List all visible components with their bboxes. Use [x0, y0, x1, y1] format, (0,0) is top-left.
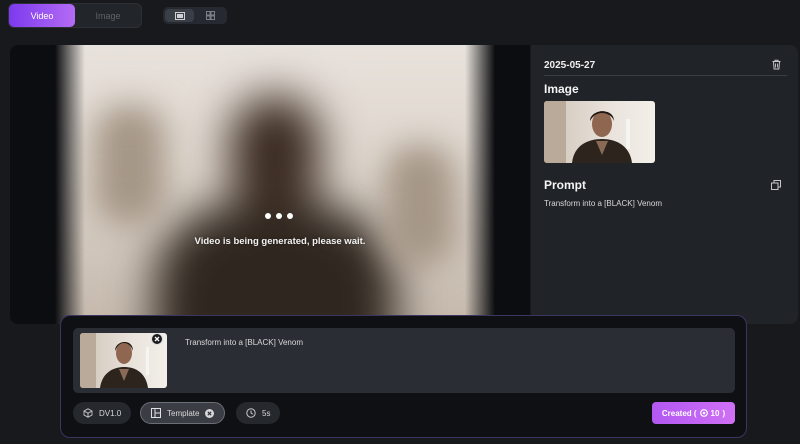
loading-dots-icon [265, 213, 293, 219]
create-label: Created ( [661, 408, 697, 418]
template-label: Template [167, 408, 200, 418]
app-root: Video Image Video is being generated, pl… [0, 0, 800, 444]
grid-view-icon [206, 11, 215, 20]
model-selector[interactable]: DV1.0 [73, 402, 132, 424]
prompt-text: Transform into a [BLACK] Venom [544, 199, 662, 208]
single-view-button[interactable] [165, 9, 194, 22]
created-date: 2025-05-27 [544, 60, 596, 71]
tab-image[interactable]: Image [75, 4, 141, 27]
image-section-title: Image [544, 82, 579, 96]
source-image-thumbnail[interactable] [544, 101, 655, 163]
create-suffix: ) [722, 408, 726, 418]
model-label: DV1.0 [99, 408, 122, 418]
detail-panel: 2025-05-27 Image Prompt Transform into a… [531, 45, 798, 324]
divider [544, 75, 787, 76]
mode-tabs: Video Image [8, 3, 142, 28]
blurred-preview-image [55, 45, 495, 324]
generation-status: Video is being generated, please wait. [194, 236, 366, 247]
delete-button[interactable] [771, 59, 782, 70]
close-icon [154, 336, 160, 342]
clock-icon [246, 408, 256, 418]
layout-toggle [163, 7, 227, 24]
credit-icon [699, 409, 708, 417]
copy-prompt-button[interactable] [771, 180, 781, 190]
prompt-input-box[interactable]: Transform into a [BLACK] Venom [73, 328, 735, 393]
single-view-icon [174, 11, 185, 20]
video-preview: Video is being generated, please wait. [10, 45, 530, 324]
duration-label: 5s [262, 408, 271, 418]
remove-image-button[interactable] [151, 333, 163, 345]
create-cost: 10 [710, 408, 720, 418]
cube-icon [83, 408, 93, 418]
close-icon [207, 410, 213, 416]
copy-icon [771, 180, 781, 190]
prompt-section-title: Prompt [544, 178, 586, 192]
grid-view-button[interactable] [196, 9, 225, 22]
portrait-image [544, 101, 655, 163]
tab-video[interactable]: Video [9, 4, 75, 27]
prompt-composer: Transform into a [BLACK] Venom DV1.0 Tem… [60, 315, 747, 438]
prompt-input-text: Transform into a [BLACK] Venom [185, 338, 303, 347]
create-button[interactable]: Created ( 10 ) [652, 402, 735, 424]
template-icon [151, 408, 161, 418]
trash-icon [772, 59, 781, 70]
template-chip[interactable]: Template [140, 402, 226, 424]
remove-template-button[interactable] [205, 408, 215, 418]
duration-selector[interactable]: 5s [236, 402, 281, 424]
